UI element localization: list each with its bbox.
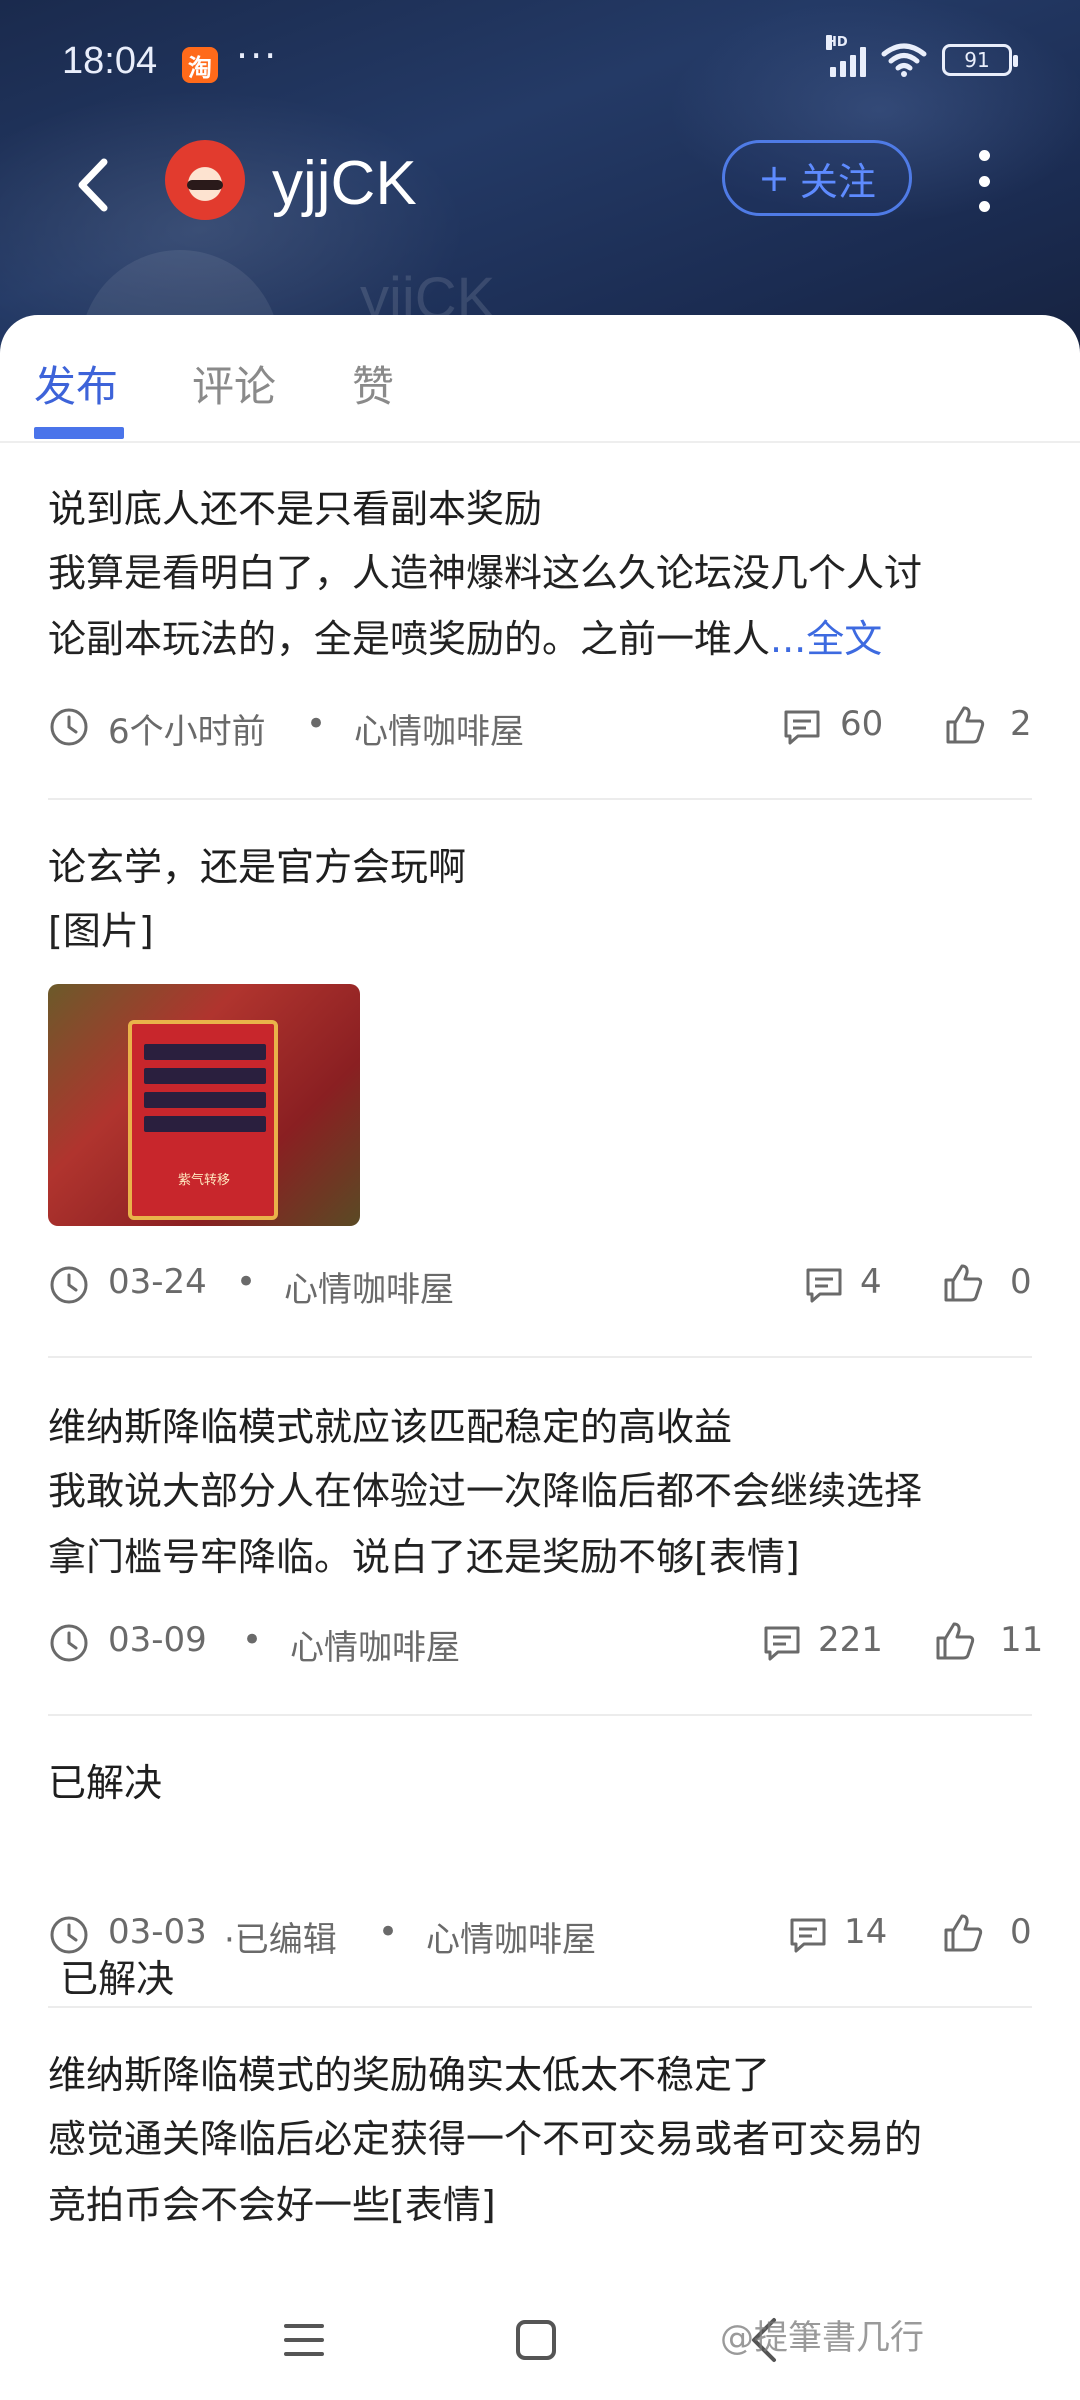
post-time: 03-24 — [108, 1262, 207, 1302]
post-divider — [48, 1714, 1032, 1716]
back-arrow-icon[interactable] — [60, 150, 130, 220]
post-time: 03-09 — [108, 1620, 207, 1660]
comment-icon[interactable] — [762, 1624, 802, 1662]
post-title: 论玄学，还是官方会玩啊 — [48, 845, 467, 889]
post-title: 维纳斯降临模式就应该匹配稳定的高收益 — [48, 1405, 733, 1449]
post-image-thumbnail[interactable]: 紫气转移 — [48, 984, 360, 1226]
post-time: 6个小时前 — [108, 712, 266, 752]
comment-count: 221 — [818, 1620, 883, 1660]
wifi-icon — [881, 43, 927, 77]
post-body-line: 拿门槛号牢降临。说白了还是奖励不够[表情] — [48, 1535, 800, 1579]
tab-posts[interactable]: 发布 — [34, 353, 118, 414]
home-icon[interactable] — [508, 2312, 564, 2368]
post-body-line: 我敢说大部分人在体验过一次降临后都不会继续选择 — [48, 1469, 923, 1513]
status-bar: 18:04 淘 ··· HD 91 — [0, 0, 1080, 130]
forum-name[interactable]: 心情咖啡屋 — [290, 1620, 460, 1669]
comment-icon[interactable] — [804, 1266, 844, 1304]
tab-bar: 发布 评论 赞 — [0, 315, 1080, 443]
username: yjjCK — [272, 149, 417, 218]
tab-likes[interactable]: 赞 — [352, 353, 394, 414]
more-notifications-icon: ··· — [236, 34, 279, 78]
read-full-link[interactable]: ...全文 — [770, 617, 882, 661]
post-body-line-with-more: 论副本玩法的，全是喷奖励的。之前一堆人...全文 — [48, 606, 1032, 672]
meta-separator: • — [242, 1620, 263, 1660]
post-body-line: 我算是看明白了，人造神爆料这么久论坛没几个人讨 — [48, 551, 923, 595]
forum-name[interactable]: 心情咖啡屋 — [426, 1912, 596, 1961]
thumbs-up-icon[interactable] — [942, 1262, 984, 1304]
more-options-icon[interactable] — [968, 146, 1000, 216]
post-title: 维纳斯降临模式的奖励确实太低太不稳定了 — [48, 2053, 771, 2097]
comment-count: 60 — [840, 704, 884, 744]
cellular-signal-icon: HD — [826, 35, 866, 77]
clock-icon — [50, 708, 88, 746]
post-item[interactable]: 维纳斯降临模式的奖励确实太低太不稳定了 感觉通关降临后必定获得一个不可交易或者可… — [48, 2044, 1032, 2238]
meta-separator: • — [236, 1262, 257, 1302]
like-count: 0 — [1010, 1912, 1032, 1952]
post-body: [图片] — [48, 898, 1032, 964]
like-count: 2 — [1010, 704, 1032, 744]
menu-icon[interactable] — [276, 2312, 332, 2368]
follow-button[interactable]: + 关注 — [722, 140, 912, 216]
battery-level: 91 — [964, 48, 990, 72]
post-body-line: 论副本玩法的，全是喷奖励的。之前一堆人 — [48, 617, 771, 661]
post-meta: 03-24 • 心情咖啡屋 4 0 — [48, 1258, 1032, 1310]
battery-icon: 91 — [942, 44, 1018, 76]
post-body-line: 竞拍币会不会好一些[表情] — [48, 2183, 496, 2227]
post-item[interactable]: 说到底人还不是只看副本奖励 我算是看明白了，人造神爆料这么久论坛没几个人讨 论副… — [48, 478, 1032, 672]
meta-separator: • — [378, 1912, 399, 1952]
status-time: 18:04 — [62, 40, 158, 82]
post-meta: 6个小时前 • 心情咖啡屋 60 2 — [48, 700, 1032, 752]
thumbnail-label: 紫气转移 — [178, 1173, 231, 1188]
forum-name[interactable]: 心情咖啡屋 — [284, 1262, 454, 1311]
clock-icon — [50, 1916, 88, 1954]
like-count: 0 — [1010, 1262, 1032, 1302]
post-title: 已解决 — [48, 1761, 163, 1805]
comment-icon[interactable] — [782, 708, 822, 746]
post-divider — [48, 1356, 1032, 1358]
plus-icon: + — [758, 156, 790, 200]
clock-icon — [50, 1266, 88, 1304]
post-body-line: 感觉通关降临后必定获得一个不可交易或者可交易的 — [48, 2117, 923, 2161]
comment-count: 14 — [844, 1912, 888, 1952]
post-body: 我敢说大部分人在体验过一次降临后都不会继续选择 拿门槛号牢降临。说白了还是奖励不… — [48, 1458, 1032, 1590]
active-tab-indicator — [34, 427, 124, 439]
thumbnail-panel: 紫气转移 — [128, 1020, 278, 1220]
post-body: 我算是看明白了，人造神爆料这么久论坛没几个人讨 论副本玩法的，全是喷奖励的。之前… — [48, 540, 1032, 672]
post-meta: 03-09 • 心情咖啡屋 221 11 — [48, 1616, 1043, 1669]
user-avatar[interactable] — [165, 140, 245, 220]
post-body-line: [图片] — [48, 909, 154, 953]
follow-label: 关注 — [799, 159, 876, 204]
post-title: 说到底人还不是只看副本奖励 — [48, 487, 543, 531]
like-count: 11 — [1000, 1620, 1044, 1660]
post-divider — [48, 798, 1032, 800]
post-time: 03-03 — [108, 1912, 207, 1952]
clock-icon — [50, 1624, 88, 1662]
tab-comments[interactable]: 评论 — [192, 353, 276, 414]
comment-icon[interactable] — [788, 1916, 828, 1954]
post-body: 感觉通关降临后必定获得一个不可交易或者可交易的 竞拍币会不会好一些[表情] — [48, 2106, 1032, 2238]
post-item[interactable]: 论玄学，还是官方会玩啊 [图片] 紫气转移 — [48, 836, 1032, 1226]
thumbs-up-icon[interactable] — [934, 1620, 976, 1662]
thumbs-up-icon[interactable] — [942, 1912, 984, 1954]
post-divider — [48, 2006, 1032, 2008]
post-meta: 03-03 ·已编辑 • 心情咖啡屋 14 0 — [48, 1908, 1032, 1960]
post-item[interactable]: 维纳斯降临模式就应该匹配稳定的高收益 我敢说大部分人在体验过一次降临后都不会继续… — [48, 1396, 1032, 1590]
meta-separator: • — [306, 704, 327, 744]
profile-nav-row: yjjCK + 关注 — [0, 130, 1080, 240]
watermark-text: @提筆書几行 — [720, 2318, 924, 2358]
thumbs-up-icon[interactable] — [944, 704, 986, 746]
forum-name[interactable]: 心情咖啡屋 — [354, 704, 524, 753]
edited-label: ·已编辑 — [224, 1920, 337, 1960]
status-icons: HD 91 — [826, 35, 1018, 78]
hd-label: HD — [826, 35, 848, 50]
taobao-notification-icon: 淘 — [182, 47, 218, 83]
comment-count: 4 — [860, 1262, 882, 1302]
